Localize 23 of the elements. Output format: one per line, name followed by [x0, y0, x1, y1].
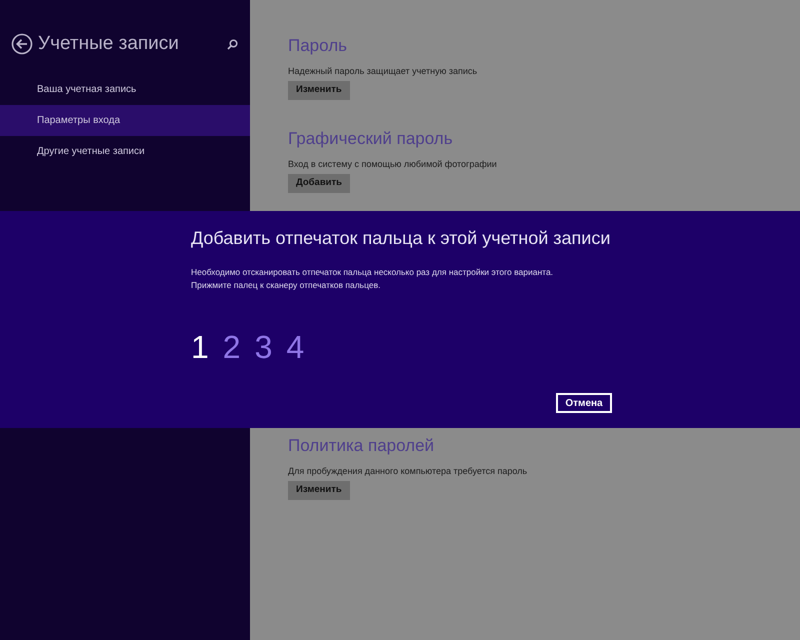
section-description: Надежный пароль защищает учетную запись — [288, 64, 478, 78]
section-button[interactable]: Изменить — [288, 481, 350, 500]
dialog-text: Прижмите палец к сканеру отпечатков пальцев. — [191, 279, 380, 292]
page-title: Учетные записи — [38, 32, 179, 56]
section-description: Вход в систему с помощью любимой фотографии — [288, 158, 497, 171]
search-icon[interactable] — [227, 38, 238, 50]
dialog-title: Добавить отпечаток пальца к этой учетной записи — [191, 227, 610, 250]
section-button[interactable]: Добавить — [288, 174, 350, 193]
scan-step: 4 — [286, 330, 304, 364]
section-heading: Графический пароль — [288, 128, 453, 150]
scan-step: 1 — [191, 330, 209, 364]
dialog-text: Необходимо отсканировать отпечаток пальца несколько раз для настройки этого варианта. — [191, 266, 554, 279]
sidebar-item[interactable]: Другие учетные записи — [0, 136, 250, 167]
cancel-button[interactable]: Отмена — [556, 393, 612, 413]
section-description: Для пробуждения данного компьютера требуется пароль — [288, 464, 528, 478]
scan-step: 3 — [254, 330, 272, 364]
back-icon[interactable] — [11, 33, 33, 55]
section-heading: Пароль — [288, 35, 347, 57]
scan-step: 2 — [222, 330, 241, 364]
sidebar-item[interactable]: Параметры входа — [0, 105, 250, 136]
section-button[interactable]: Изменить — [288, 81, 350, 100]
section-heading: Политика паролей — [288, 435, 434, 457]
sidebar-item[interactable]: Ваша учетная запись — [0, 74, 250, 105]
